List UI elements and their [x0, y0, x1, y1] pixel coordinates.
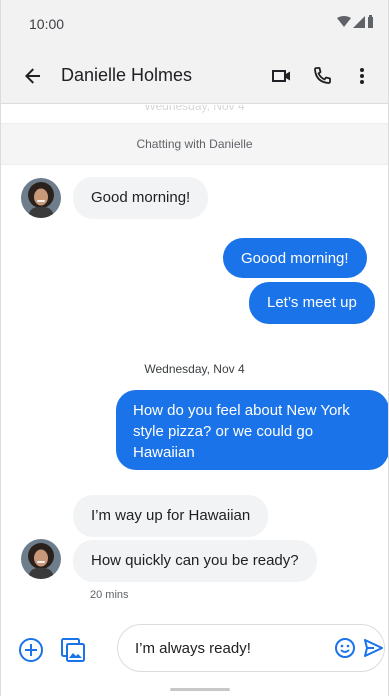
- conversation-area[interactable]: Wednesday, Nov 4 Chatting with Danielle …: [1, 105, 388, 620]
- top-app-bar: Danielle Holmes: [1, 48, 388, 104]
- more-vert-icon[interactable]: [344, 58, 380, 94]
- avatar[interactable]: [21, 539, 61, 579]
- date-separator: Wednesday, Nov 4: [144, 362, 245, 376]
- status-time: 10:00: [29, 16, 65, 32]
- message-bubble-incoming[interactable]: How quickly can you be ready?: [73, 540, 317, 582]
- contact-name: Danielle Holmes: [61, 65, 193, 85]
- gallery-icon[interactable]: [55, 632, 91, 668]
- app-bar-actions: [264, 58, 380, 94]
- message-bubble-incoming[interactable]: I’m way up for Hawaiian: [73, 495, 269, 537]
- message-bubble-outgoing[interactable]: Let’s meet up: [249, 282, 375, 324]
- phone-call-icon[interactable]: [304, 58, 340, 94]
- message-bubble-outgoing[interactable]: Goood morning!: [223, 238, 367, 278]
- messages-screen: 10:00 Danielle Holmes Wednesday, Nov 4 C…: [0, 0, 389, 696]
- message-bubble-incoming[interactable]: Good morning!: [73, 177, 209, 219]
- send-icon[interactable]: [362, 633, 384, 663]
- message-input[interactable]: [135, 639, 334, 657]
- home-indicator: [170, 688, 230, 691]
- add-circle-icon[interactable]: [13, 632, 49, 668]
- avatar[interactable]: [21, 178, 61, 218]
- message-bubble-outgoing[interactable]: How do you feel about New York style piz…: [116, 390, 388, 470]
- status-icons: [337, 15, 374, 33]
- faded-date-separator: Wednesday, Nov 4: [144, 105, 245, 113]
- message-timestamp: 20 mins: [90, 589, 129, 601]
- video-call-icon[interactable]: [264, 58, 300, 94]
- emoji-icon[interactable]: [334, 633, 356, 663]
- wifi-icon: [337, 15, 351, 33]
- signal-icon: [353, 15, 365, 33]
- battery-icon: [367, 15, 374, 33]
- arrow-back-icon[interactable]: [15, 58, 51, 94]
- chat-banner: Chatting with Danielle: [1, 123, 388, 165]
- message-input-field[interactable]: [117, 624, 385, 672]
- status-bar: 10:00: [1, 0, 388, 48]
